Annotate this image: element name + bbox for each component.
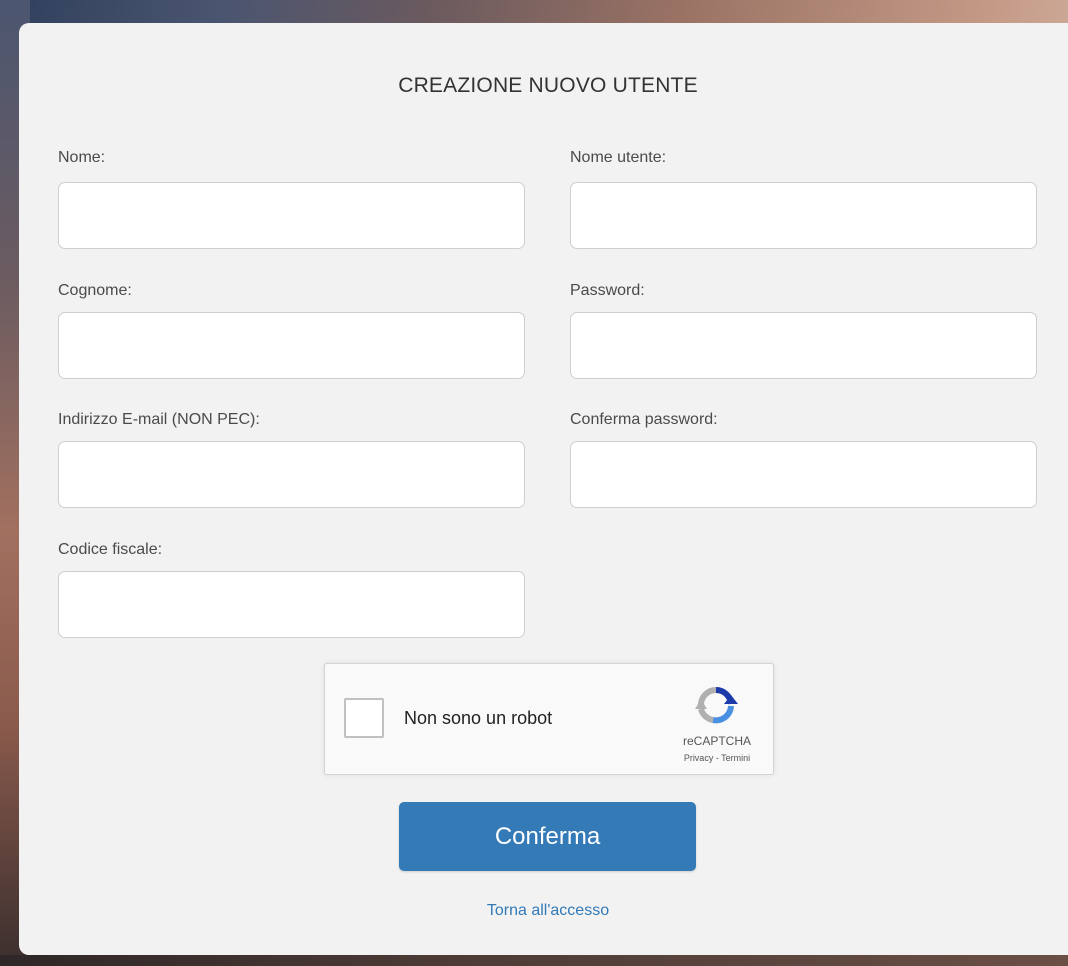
recaptcha-logo-icon [695,686,738,724]
recaptcha-links: Privacy - Termini [662,753,772,763]
recaptcha-privacy-link[interactable]: Privacy [684,753,714,763]
password-input[interactable] [570,312,1037,379]
codice-fiscale-input[interactable] [58,571,525,638]
recaptcha-brand: reCAPTCHA [682,734,751,748]
email-label: Indirizzo E-mail (NON PEC): [58,411,260,428]
recaptcha-links-separator: - [713,753,722,763]
back-to-login-link[interactable]: Torna all'accesso [0,902,1068,920]
confirm-button[interactable]: Conferma [399,802,696,871]
nome-utente-label: Nome utente: [570,149,667,166]
recaptcha-checkbox[interactable] [344,698,384,738]
codice-fiscale-label: Codice fiscale: [58,541,163,558]
cognome-input[interactable] [58,312,525,379]
email-input[interactable] [58,441,525,508]
page-title: CREAZIONE NUOVO UTENTE [398,74,698,97]
password-label: Password: [570,282,645,299]
recaptcha-label: Non sono un robot [404,708,553,728]
nome-label: Nome: [58,149,106,166]
recaptcha-terms-link[interactable]: Termini [721,753,750,763]
background-bottom-edge [0,955,1068,966]
cognome-label: Cognome: [58,282,132,299]
recaptcha-widget: Non sono un robot reCAPTCHA Privacy - Te… [324,663,774,775]
nome-input[interactable] [58,182,525,249]
conferma-password-input[interactable] [570,441,1037,508]
nome-utente-input[interactable] [570,182,1037,249]
conferma-password-label: Conferma password: [570,411,718,428]
